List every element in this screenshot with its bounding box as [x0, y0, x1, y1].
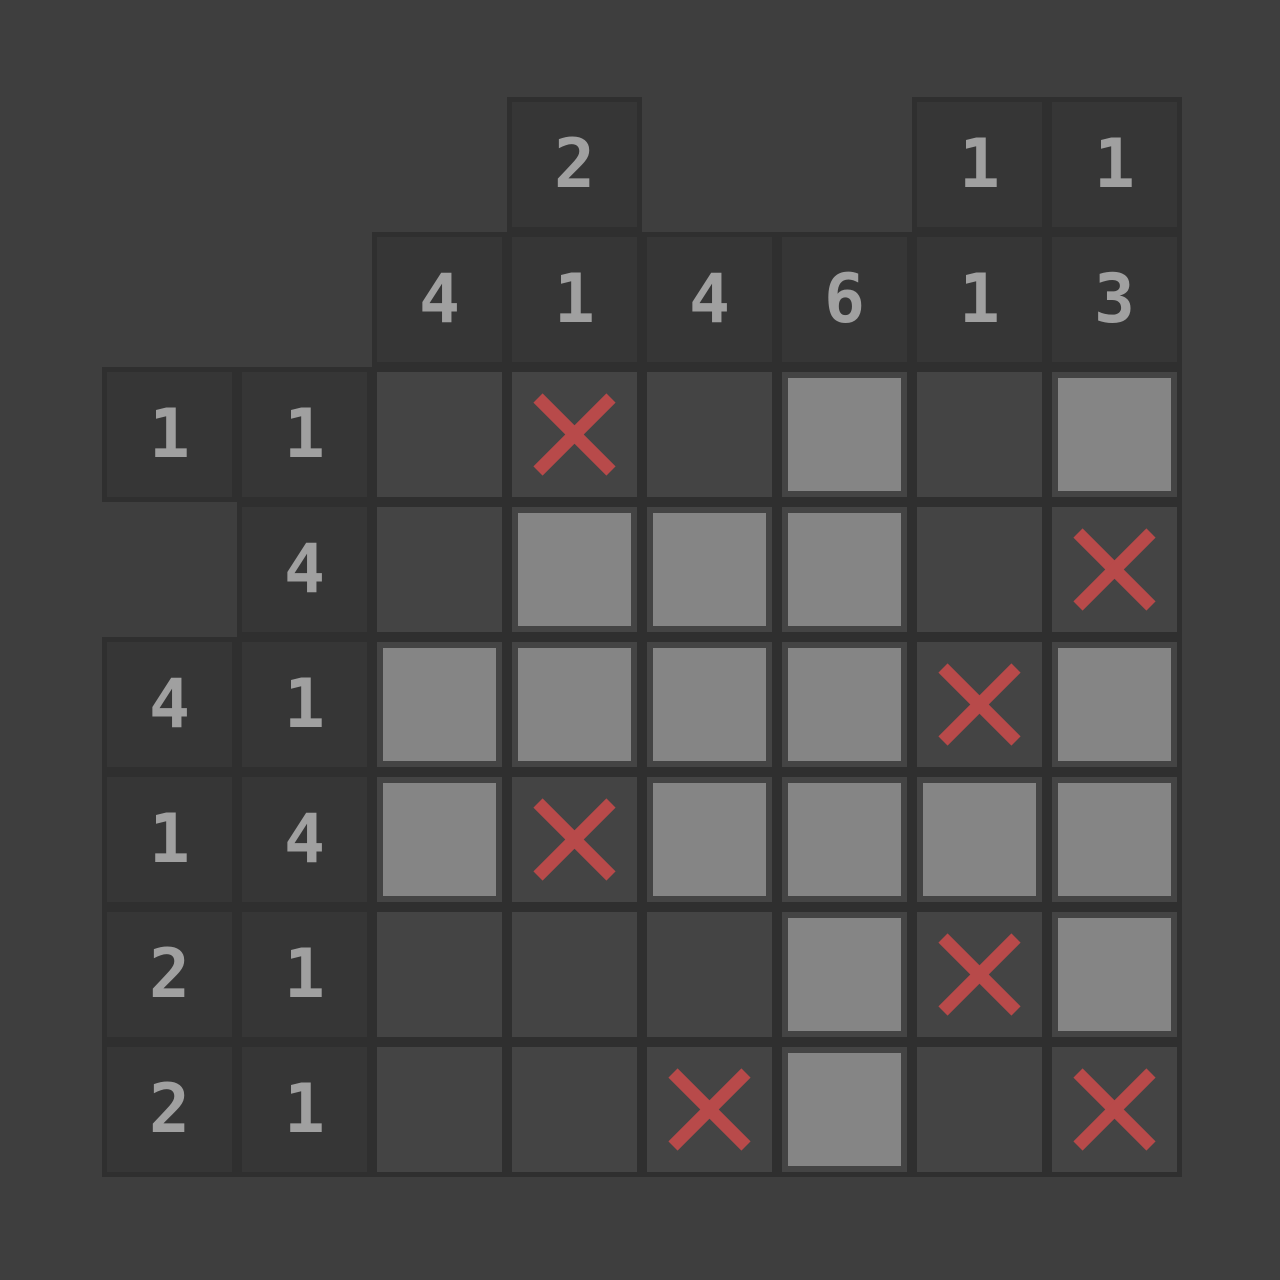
x-mark-icon [533, 798, 616, 881]
filled-square [788, 648, 901, 761]
filled-square [788, 513, 901, 626]
grid-cell-filled[interactable] [1047, 637, 1182, 772]
filled-square [788, 378, 901, 491]
grid-cell-filled[interactable] [1047, 772, 1182, 907]
filled-square [1058, 783, 1171, 896]
filled-square [788, 1053, 901, 1166]
grid-cell-empty[interactable] [372, 907, 507, 1042]
row-clue: 1 [237, 907, 372, 1042]
grid-cell-empty[interactable] [642, 907, 777, 1042]
column-clue: 1 [507, 232, 642, 367]
grid-cell-cross[interactable] [1047, 502, 1182, 637]
filled-square [518, 513, 631, 626]
filled-square [788, 918, 901, 1031]
grid-cell-empty[interactable] [912, 367, 1047, 502]
grid-cell-filled[interactable] [777, 637, 912, 772]
row-clue: 2 [102, 1042, 237, 1177]
column-clue: 6 [777, 232, 912, 367]
grid-cell-filled[interactable] [372, 772, 507, 907]
filled-square [1058, 918, 1171, 1031]
grid-cell-cross[interactable] [642, 1042, 777, 1177]
filled-square [653, 648, 766, 761]
grid-cell-cross[interactable] [912, 637, 1047, 772]
filled-square [653, 513, 766, 626]
grid-cell-empty[interactable] [372, 1042, 507, 1177]
column-clue: 3 [1047, 232, 1182, 367]
filled-square [653, 783, 766, 896]
filled-square [1058, 648, 1171, 761]
grid-cell-filled[interactable] [372, 637, 507, 772]
row-clue: 1 [237, 367, 372, 502]
row-clue: 1 [102, 367, 237, 502]
grid-cell-cross[interactable] [507, 772, 642, 907]
grid-cell-empty[interactable] [912, 502, 1047, 637]
filled-square [788, 783, 901, 896]
grid-cell-filled[interactable] [912, 772, 1047, 907]
grid-cell-empty[interactable] [372, 502, 507, 637]
filled-square [1058, 378, 1171, 491]
grid-cell-cross[interactable] [507, 367, 642, 502]
grid-cell-filled[interactable] [1047, 367, 1182, 502]
column-clue: 1 [912, 232, 1047, 367]
grid-cell-filled[interactable] [777, 502, 912, 637]
grid-cell-filled[interactable] [777, 772, 912, 907]
grid-cell-filled[interactable] [507, 502, 642, 637]
column-clue: 2 [507, 97, 642, 232]
row-clue: 4 [237, 772, 372, 907]
grid-cell-filled[interactable] [507, 637, 642, 772]
column-clue: 1 [912, 97, 1047, 232]
row-clue: 1 [237, 637, 372, 772]
filled-square [383, 648, 496, 761]
column-clue: 4 [642, 232, 777, 367]
grid-cell-filled[interactable] [777, 907, 912, 1042]
row-clue: 1 [102, 772, 237, 907]
grid-cell-filled[interactable] [777, 1042, 912, 1177]
x-mark-icon [938, 933, 1021, 1016]
grid-cell-filled[interactable] [642, 772, 777, 907]
x-mark-icon [1073, 528, 1156, 611]
grid-cell-cross[interactable] [912, 907, 1047, 1042]
column-clue: 1 [1047, 97, 1182, 232]
x-mark-icon [668, 1068, 751, 1151]
filled-square [923, 783, 1036, 896]
grid-cell-empty[interactable] [912, 1042, 1047, 1177]
grid-cell-filled[interactable] [642, 637, 777, 772]
nonogram-board: 42146111311441142121 [0, 0, 1280, 1280]
grid-cell-empty[interactable] [507, 1042, 642, 1177]
grid-cell-filled[interactable] [777, 367, 912, 502]
x-mark-icon [938, 663, 1021, 746]
grid-cell-empty[interactable] [507, 907, 642, 1042]
grid-cell-empty[interactable] [642, 367, 777, 502]
grid-cell-cross[interactable] [1047, 1042, 1182, 1177]
x-mark-icon [533, 393, 616, 476]
grid-cell-empty[interactable] [372, 367, 507, 502]
grid-cell-filled[interactable] [1047, 907, 1182, 1042]
row-clue: 4 [102, 637, 237, 772]
x-mark-icon [1073, 1068, 1156, 1151]
filled-square [518, 648, 631, 761]
grid-cell-filled[interactable] [642, 502, 777, 637]
row-clue: 1 [237, 1042, 372, 1177]
row-clue: 2 [102, 907, 237, 1042]
row-clue: 4 [237, 502, 372, 637]
column-clue: 4 [372, 232, 507, 367]
filled-square [383, 783, 496, 896]
